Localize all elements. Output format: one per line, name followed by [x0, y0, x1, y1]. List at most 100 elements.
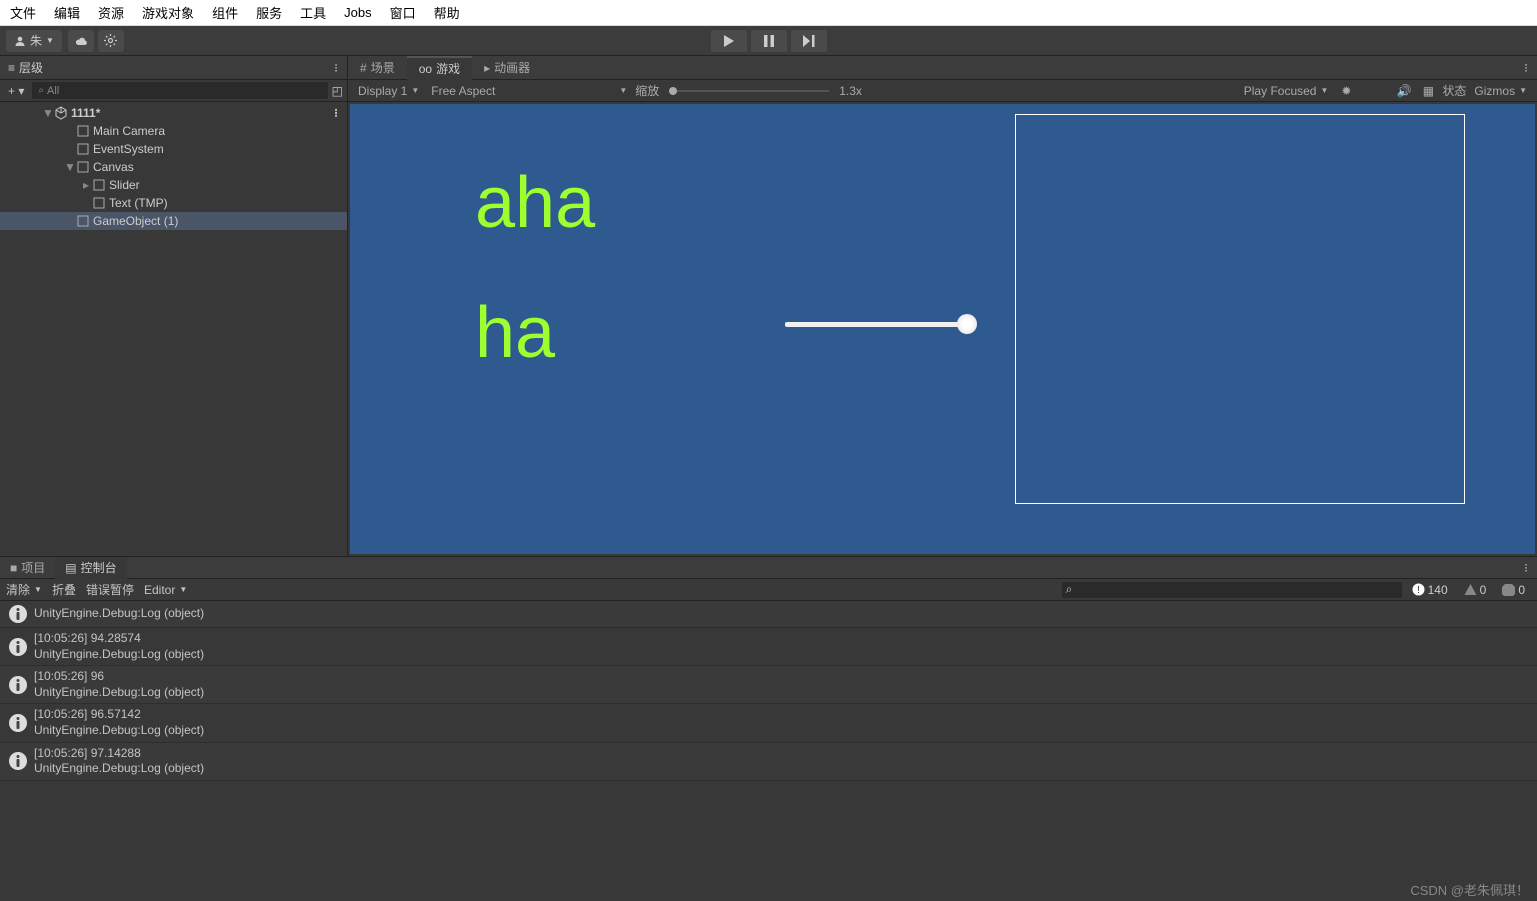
- clear-button[interactable]: 清除: [6, 581, 30, 598]
- play-focused-label: Play Focused: [1244, 84, 1317, 98]
- hierarchy-header: ≡ 层级 ⁝: [0, 56, 347, 80]
- play-focused-dropdown[interactable]: Play Focused▼: [1240, 84, 1333, 98]
- tree-item[interactable]: ▼Canvas: [0, 158, 347, 176]
- canvas-bounds: [1015, 114, 1465, 504]
- main-area: ≡ 层级 ⁝ + ▾ ⌕ All ◰ ▼ 1111* ⁝ Main Camera…: [0, 56, 1537, 556]
- pause-button[interactable]: [751, 30, 787, 52]
- account-button[interactable]: 朱 ▼: [6, 30, 62, 52]
- log-list: UnityEngine.Debug:Log (object) [10:05:26…: [0, 601, 1537, 901]
- info-count[interactable]: !140: [1406, 582, 1454, 598]
- item-label: EventSystem: [93, 142, 164, 156]
- cloud-button[interactable]: [68, 30, 94, 52]
- warn-count[interactable]: 0: [1458, 582, 1493, 598]
- menu-jobs[interactable]: Jobs: [344, 5, 371, 20]
- collapse-button[interactable]: 折叠: [52, 581, 76, 598]
- gizmos-dropdown[interactable]: Gizmos▼: [1470, 84, 1531, 98]
- info-icon: !: [1412, 583, 1425, 596]
- unity-icon: [54, 106, 68, 120]
- menu-services[interactable]: 服务: [256, 3, 282, 22]
- tab-label: 动画器: [494, 59, 530, 76]
- console-toolbar: 清除▼ 折叠 错误暂停 Editor▼ ⌕ !140 0 0: [0, 579, 1537, 601]
- log-text: UnityEngine.Debug:Log (object): [34, 606, 204, 622]
- panel-more[interactable]: ⁝: [334, 61, 339, 75]
- animator-icon: ▸: [484, 61, 490, 75]
- menu-assets[interactable]: 资源: [98, 3, 124, 22]
- log-item[interactable]: [10:05:26] 96UnityEngine.Debug:Log (obje…: [0, 666, 1537, 704]
- ui-slider[interactable]: [785, 322, 965, 327]
- item-label: Main Camera: [93, 124, 165, 138]
- log-item[interactable]: [10:05:26] 96.57142UnityEngine.Debug:Log…: [0, 704, 1537, 742]
- menu-component[interactable]: 组件: [212, 3, 238, 22]
- error-pause-button[interactable]: 错误暂停: [86, 581, 134, 598]
- hierarchy-tree: ▼ 1111* ⁝ Main Camera EventSystem ▼Canva…: [0, 102, 347, 556]
- panel-more[interactable]: ⁝: [1524, 61, 1529, 75]
- user-icon: [14, 35, 26, 47]
- scene-more[interactable]: ⁝: [334, 106, 339, 120]
- tree-item[interactable]: ▸Slider: [0, 176, 347, 194]
- game-canvas[interactable]: aha ha: [350, 104, 1535, 554]
- gear-icon: [104, 34, 117, 47]
- slider-handle[interactable]: [957, 314, 977, 334]
- tab-animator[interactable]: ▸ 动画器: [472, 56, 542, 80]
- tab-game[interactable]: ᴏᴏ 游戏: [407, 56, 472, 80]
- menu-tools[interactable]: 工具: [300, 3, 326, 22]
- search-icon: ⌕: [38, 85, 44, 96]
- filter-icon[interactable]: ◰: [332, 84, 343, 98]
- step-button[interactable]: [791, 30, 827, 52]
- editor-dropdown[interactable]: Editor: [144, 583, 175, 597]
- info-icon: [8, 751, 28, 771]
- audio-icon[interactable]: 🔊: [1394, 82, 1414, 100]
- scene-icon: #: [360, 61, 367, 75]
- aspect-dropdown[interactable]: Free Aspect▼: [427, 84, 631, 98]
- menu-help[interactable]: 帮助: [434, 3, 460, 22]
- tree-item-selected[interactable]: GameObject (1): [0, 212, 347, 230]
- hierarchy-search[interactable]: ⌕ All: [32, 82, 327, 99]
- gamepad-icon: ᴏᴏ: [419, 62, 432, 76]
- game-toolbar: Display 1▼ Free Aspect▼ 缩放 1.3x Play Foc…: [348, 80, 1537, 102]
- display-dropdown[interactable]: Display 1▼: [354, 84, 423, 98]
- item-label: Canvas: [93, 160, 134, 174]
- log-text: [10:05:26] 94.28574UnityEngine.Debug:Log…: [34, 631, 204, 662]
- console-search[interactable]: ⌕: [1062, 582, 1402, 598]
- tree-item[interactable]: Main Camera: [0, 122, 347, 140]
- tree-item[interactable]: Text (TMP): [0, 194, 347, 212]
- menu-edit[interactable]: 编辑: [54, 3, 80, 22]
- tab-project[interactable]: ■项目: [0, 557, 55, 579]
- status-label[interactable]: 状态: [1442, 82, 1466, 99]
- add-button[interactable]: + ▾: [4, 84, 28, 98]
- menu-file[interactable]: 文件: [10, 3, 36, 22]
- game-text: aha ha: [475, 139, 595, 398]
- toolbar: 朱 ▼: [0, 26, 1537, 56]
- log-item[interactable]: [10:05:26] 97.14288UnityEngine.Debug:Log…: [0, 743, 1537, 781]
- hierarchy-icon: ≡: [8, 61, 15, 75]
- info-icon: [8, 637, 28, 657]
- search-placeholder: All: [47, 85, 59, 97]
- zoom-value: 1.3x: [839, 84, 862, 98]
- tab-scene[interactable]: #场景: [348, 56, 407, 80]
- svg-text:!: !: [1417, 585, 1420, 596]
- bug-icon[interactable]: ✹: [1336, 82, 1356, 100]
- tab-label: 游戏: [436, 60, 460, 77]
- chevron-down-icon: ▼: [46, 36, 54, 45]
- panel-more[interactable]: ⁝: [1524, 561, 1529, 575]
- menu-window[interactable]: 窗口: [390, 3, 416, 22]
- log-text: [10:05:26] 97.14288UnityEngine.Debug:Log…: [34, 746, 204, 777]
- zoom-slider[interactable]: [669, 90, 829, 92]
- scene-root[interactable]: ▼ 1111* ⁝: [0, 104, 347, 122]
- play-button[interactable]: [711, 30, 747, 52]
- tree-item[interactable]: EventSystem: [0, 140, 347, 158]
- tab-console[interactable]: ▤控制台: [55, 557, 126, 579]
- play-icon: [724, 35, 734, 47]
- log-item[interactable]: UnityEngine.Debug:Log (object): [0, 601, 1537, 628]
- settings-button[interactable]: [98, 30, 124, 52]
- error-icon: [1502, 583, 1515, 596]
- error-count[interactable]: 0: [1496, 582, 1531, 598]
- log-item[interactable]: [10:05:26] 94.28574UnityEngine.Debug:Log…: [0, 628, 1537, 666]
- text-line2: ha: [475, 269, 595, 399]
- menu-gameobject[interactable]: 游戏对象: [142, 3, 194, 22]
- game-viewport: aha ha: [348, 102, 1537, 556]
- stats-icon[interactable]: ▦: [1418, 82, 1438, 100]
- zoom-label: 缩放: [635, 82, 659, 99]
- chevron-down-icon: ▼: [42, 106, 54, 120]
- cube-icon: [76, 160, 90, 174]
